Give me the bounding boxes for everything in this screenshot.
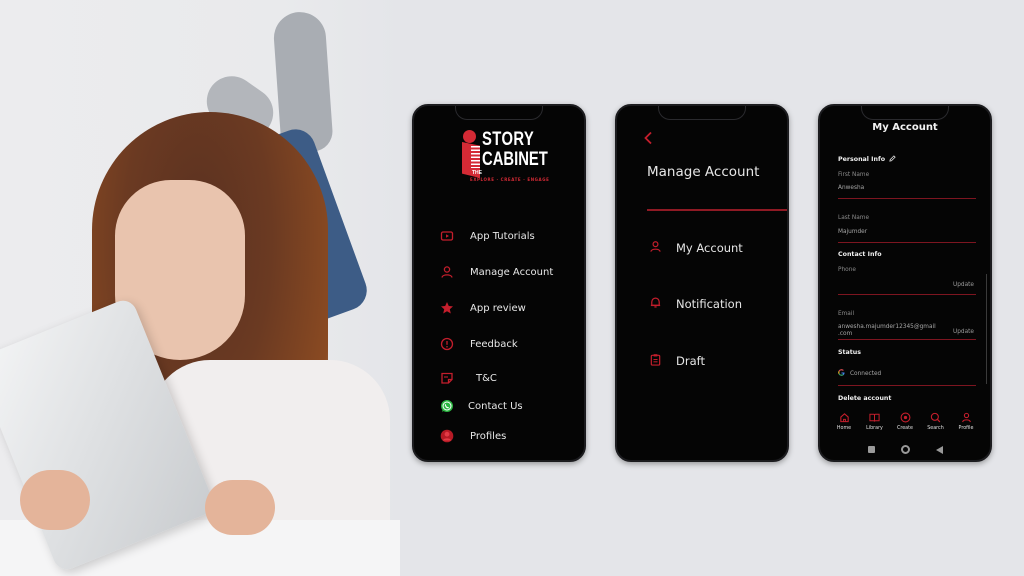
tab-label: Profile (958, 426, 974, 431)
menu-item-label: My Account (676, 240, 743, 255)
field-underline (838, 385, 976, 386)
hero-photo (0, 0, 400, 576)
menu-item-feedback[interactable]: Feedback (440, 334, 518, 354)
tab-home[interactable]: Home (830, 412, 858, 431)
status-value: Connected (850, 370, 882, 377)
recents-button[interactable] (867, 446, 875, 453)
first-name-label: First Name (838, 172, 870, 178)
logo-cabinet: CABINET (482, 149, 548, 170)
email-value-line: .com (838, 331, 853, 337)
last-name-field[interactable]: Majumder (838, 229, 867, 236)
logo-story: STORY (482, 129, 535, 150)
tab-search[interactable]: Search (922, 412, 950, 431)
google-icon (838, 369, 845, 379)
profile-avatar-icon (440, 429, 454, 443)
tab-label: Search (927, 426, 944, 431)
logo-tagline: EXPLORE · CREATE · ENGAGE (470, 177, 550, 182)
menu-item-my-account[interactable]: My Account (649, 238, 743, 257)
menu-item-app-tutorials[interactable]: App Tutorials (440, 226, 535, 246)
phone-manage-account: Manage Account My Account Notification D… (615, 104, 789, 462)
section-label: Personal Info (838, 156, 886, 163)
status-heading: Status (838, 349, 862, 356)
menu-item-label: Notification (676, 296, 742, 311)
field-underline (838, 242, 976, 243)
clipboard-icon (649, 351, 662, 370)
star-icon (440, 301, 454, 315)
tab-label: Create (897, 426, 913, 431)
menu-item-label: Profiles (470, 430, 507, 442)
tab-profile[interactable]: Profile (952, 412, 980, 431)
phone-my-account: My Account Personal Info First Name Anwe… (818, 104, 992, 462)
tab-create[interactable]: Create (891, 412, 919, 431)
search-icon (930, 412, 941, 423)
field-underline (838, 339, 976, 340)
phone-notch (658, 106, 746, 120)
photo-hand (20, 470, 90, 530)
book-icon (869, 413, 880, 422)
field-underline (838, 294, 976, 295)
create-circle-icon (900, 412, 910, 423)
user-icon (440, 265, 454, 279)
field-underline (838, 198, 976, 199)
google-status: Connected (838, 369, 881, 379)
home-icon (839, 413, 849, 423)
menu-item-label: App Tutorials (470, 230, 535, 242)
phone-notch (861, 106, 949, 120)
title-divider (647, 209, 787, 211)
tab-library[interactable]: Library (861, 412, 889, 431)
menu-item-app-review[interactable]: App review (440, 298, 526, 318)
personal-info-heading: Personal Info (838, 155, 896, 164)
phone-label: Phone (838, 267, 856, 273)
menu-item-label: Feedback (470, 338, 518, 350)
alert-circle-icon (440, 337, 454, 351)
edit-pencil-icon[interactable] (889, 155, 896, 164)
contact-info-heading: Contact Info (838, 251, 882, 258)
menu-item-draft[interactable]: Draft (649, 351, 705, 370)
photo-hand (205, 480, 275, 535)
phone-notch (455, 106, 543, 120)
profile-icon (961, 412, 971, 423)
menu-item-label: Contact Us (468, 400, 523, 412)
menu-item-notification[interactable]: Notification (649, 294, 742, 313)
story-cabinet-logo: THE STORY CABINET EXPLORE · CREATE · ENG… (458, 129, 550, 192)
whatsapp-icon (440, 399, 454, 413)
back-button[interactable] (935, 445, 943, 454)
home-button[interactable] (900, 445, 910, 454)
first-name-field[interactable]: Anwesha (838, 185, 864, 192)
scrollbar[interactable] (985, 274, 987, 384)
update-phone-button[interactable]: Update (953, 282, 974, 288)
sticky-note-icon (440, 371, 454, 385)
video-play-icon (440, 229, 454, 243)
page-title: My Account (872, 122, 938, 133)
menu-item-label: App review (470, 302, 526, 314)
logo-the: THE (472, 170, 482, 176)
email-label: Email (838, 311, 855, 317)
bottom-tab-bar: Home Library Create Search Profile (830, 412, 980, 431)
menu-item-contact-us[interactable]: Contact Us (440, 396, 523, 416)
tab-label: Library (866, 426, 883, 431)
chevron-left-icon[interactable] (643, 130, 653, 149)
page-title: Manage Account (647, 164, 760, 180)
menu-item-tc[interactable]: T&C (440, 368, 497, 388)
menu-item-label: Manage Account (470, 266, 554, 278)
user-icon (649, 238, 662, 257)
bell-icon (649, 294, 662, 313)
menu-item-label: T&C (476, 372, 497, 384)
update-email-button[interactable]: Update (953, 329, 974, 335)
email-value-line: anwesha.majumder12345@gmail (838, 324, 936, 330)
delete-account-button[interactable]: Delete account (838, 395, 891, 402)
email-field[interactable]: anwesha.majumder12345@gmail .com (838, 324, 936, 338)
menu-item-label: Draft (676, 353, 705, 368)
menu-item-manage-account[interactable]: Manage Account (440, 262, 553, 282)
menu-item-profiles[interactable]: Profiles (440, 426, 506, 446)
last-name-label: Last Name (838, 215, 870, 221)
system-nav-bar (820, 445, 990, 454)
phone-side-menu: THE STORY CABINET EXPLORE · CREATE · ENG… (412, 104, 586, 462)
tab-label: Home (836, 426, 852, 431)
